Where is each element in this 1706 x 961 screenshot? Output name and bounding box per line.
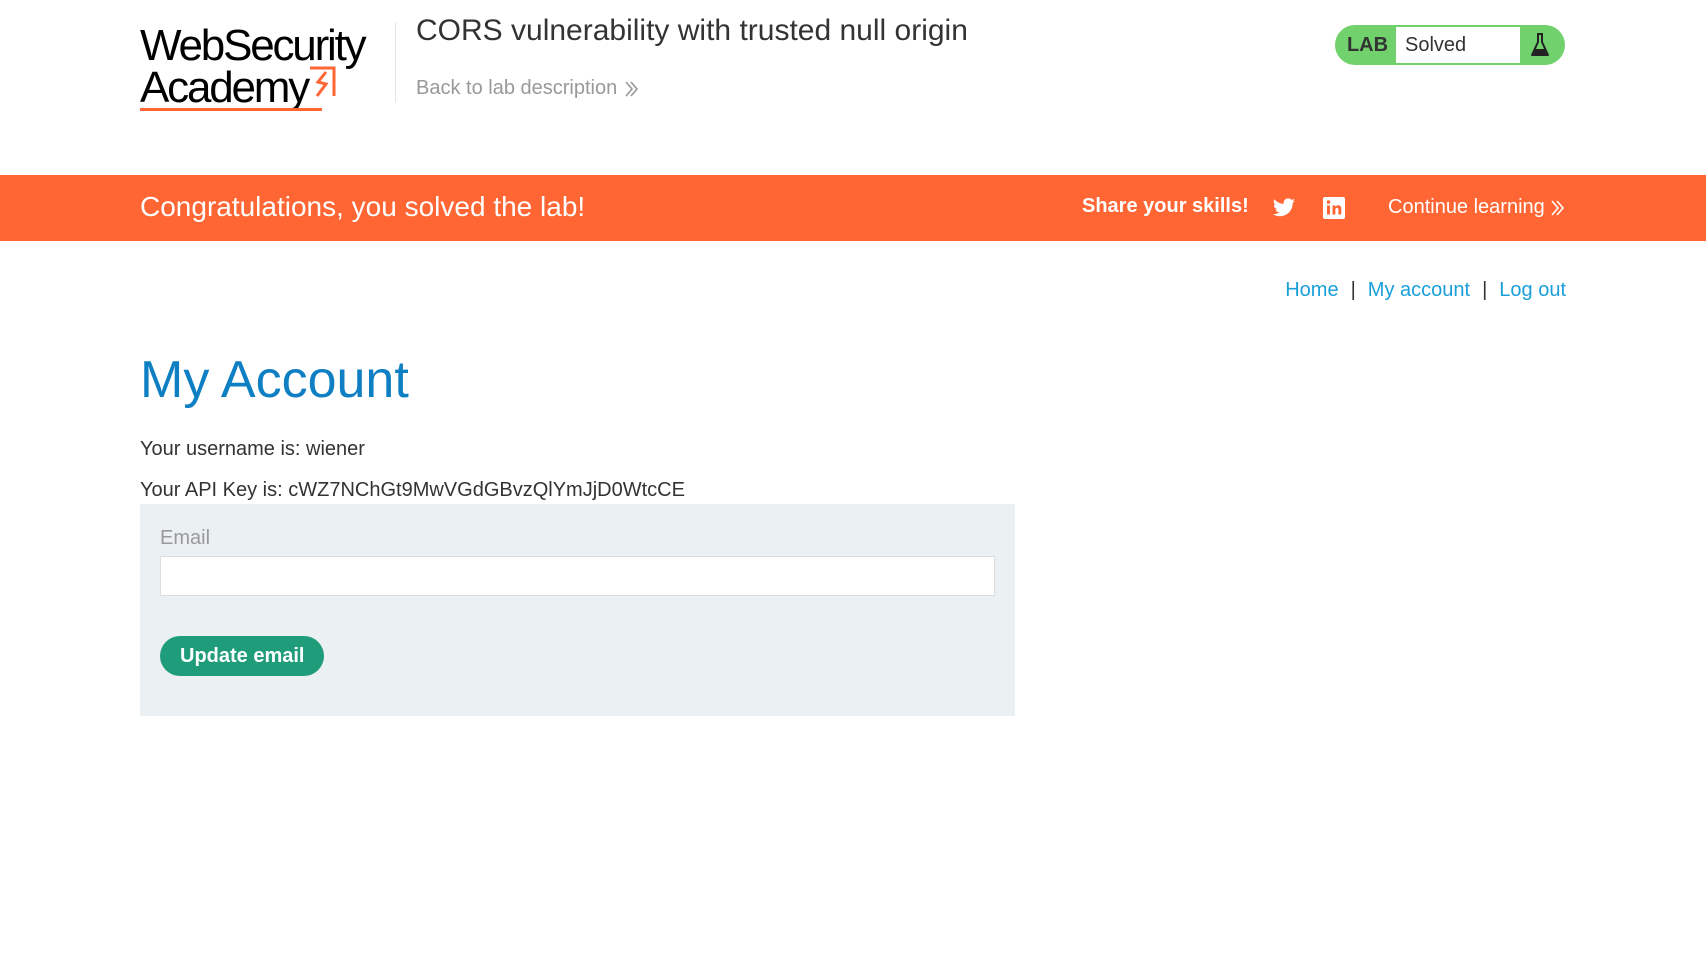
double-chevron-right-icon — [625, 80, 639, 97]
nav-my-account-link[interactable]: My account — [1368, 279, 1470, 301]
email-label: Email — [160, 527, 211, 549]
congratulations-message: Congratulations, you solved the lab! — [140, 191, 586, 222]
change-email-form: Email Update email — [140, 504, 1015, 716]
continue-learning-label: Continue learning — [1388, 196, 1545, 218]
lab-badge: LAB — [1346, 34, 1389, 56]
api-key-text: Your API Key is: cWZ7NChGt9MwVGdGBvzQlYm… — [140, 479, 685, 501]
email-field[interactable] — [160, 556, 995, 596]
logo-line-1: WebSecurity — [140, 21, 367, 70]
page-title: My Account — [140, 351, 409, 409]
twitter-icon[interactable] — [1272, 196, 1296, 220]
nav-home-link[interactable]: Home — [1285, 279, 1338, 301]
logo-underline — [140, 108, 322, 111]
back-to-lab-description-link[interactable]: Back to lab description — [416, 77, 639, 100]
header: WebSecurity Academy CORS vulnerability w… — [0, 0, 1706, 175]
lab-status-text: Solved — [1396, 27, 1520, 63]
nav-log-out-link[interactable]: Log out — [1499, 279, 1566, 301]
nav-separator: | — [1482, 279, 1488, 301]
nav-separator: | — [1350, 279, 1356, 301]
web-security-academy-logo[interactable]: WebSecurity Academy — [140, 22, 390, 114]
flask-icon — [1520, 25, 1565, 65]
double-chevron-right-icon — [1551, 199, 1565, 216]
share-skills-label: Share your skills! — [1082, 195, 1249, 217]
lab-title: CORS vulnerability with trusted null ori… — [416, 14, 968, 47]
top-navigation: Home | My account | Log out — [1285, 279, 1566, 302]
continue-learning-link[interactable]: Continue learning — [1388, 196, 1565, 219]
update-email-button[interactable]: Update email — [160, 636, 325, 676]
logo-line-2: Academy — [140, 63, 310, 112]
username-text: Your username is: wiener — [140, 438, 365, 460]
lab-status-widget: LAB Solved — [1335, 25, 1565, 65]
solved-banner: Congratulations, you solved the lab! Sha… — [0, 175, 1706, 241]
header-divider — [395, 22, 396, 102]
logo-lightning-icon — [310, 66, 336, 97]
linkedin-icon[interactable] — [1322, 196, 1346, 220]
back-link-label: Back to lab description — [416, 77, 618, 99]
